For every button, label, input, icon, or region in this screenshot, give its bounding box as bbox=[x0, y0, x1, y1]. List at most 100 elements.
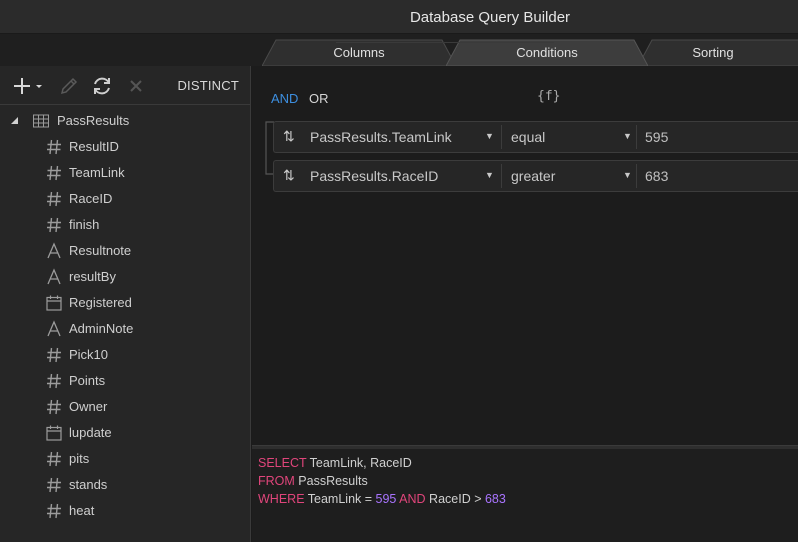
distinct-toggle[interactable]: DISTINCT bbox=[177, 78, 239, 93]
sql-line-from: FROM PassResults bbox=[258, 474, 368, 488]
field-tree: PassResults ResultID TeamLink RaceID finish… bbox=[0, 108, 251, 524]
number-icon bbox=[45, 190, 63, 208]
dropdown-arrow-icon: ▼ bbox=[485, 170, 494, 180]
tab-columns-label: Columns bbox=[333, 45, 385, 60]
tree-field-row[interactable]: lupdate bbox=[0, 420, 251, 446]
sql-line-select: SELECT TeamLink, RaceID bbox=[258, 456, 412, 470]
number-icon bbox=[45, 476, 63, 494]
field-name: heat bbox=[69, 503, 95, 518]
calendar-icon bbox=[45, 294, 63, 312]
tree-field-row[interactable]: pits bbox=[0, 446, 251, 472]
fields-panel: DISTINCT PassResults ResultID TeamLink Rac… bbox=[0, 66, 251, 542]
refresh-button[interactable] bbox=[90, 74, 114, 98]
field-name: ResultID bbox=[69, 139, 119, 154]
field-name: Points bbox=[69, 373, 106, 388]
tree-field-row[interactable]: Points bbox=[0, 368, 251, 394]
dropdown-arrow-icon: ▼ bbox=[623, 131, 632, 141]
edit-button[interactable] bbox=[57, 74, 81, 98]
tree-field-row[interactable]: resultBy bbox=[0, 264, 251, 290]
tree-field-row[interactable]: Resultnote bbox=[0, 238, 251, 264]
plus-icon bbox=[14, 78, 42, 94]
number-icon bbox=[45, 216, 63, 234]
fields-toolbar: DISTINCT bbox=[0, 66, 251, 105]
number-icon bbox=[45, 450, 63, 468]
dropdown-arrow-icon: ▼ bbox=[623, 170, 632, 180]
table-name: PassResults bbox=[57, 113, 130, 128]
sql-text: TeamLink, RaceID bbox=[306, 456, 412, 470]
operator-value: greater bbox=[511, 168, 556, 184]
table-icon bbox=[32, 112, 50, 130]
number-icon bbox=[45, 138, 63, 156]
delete-button[interactable] bbox=[124, 74, 148, 98]
sql-line-where: WHERE TeamLink = 595 AND RaceID > 683 bbox=[258, 492, 506, 506]
value-input[interactable]: 683 bbox=[645, 168, 668, 184]
sql-text: RaceID > bbox=[425, 492, 485, 506]
and-button[interactable]: AND bbox=[271, 91, 298, 106]
field-name: stands bbox=[69, 477, 108, 492]
sort-order-icon[interactable]: ⇅ bbox=[283, 128, 295, 145]
sql-keyword: WHERE bbox=[258, 492, 305, 506]
tree-field-row[interactable]: stands bbox=[0, 472, 251, 498]
number-icon bbox=[45, 346, 63, 364]
pencil-icon bbox=[60, 77, 78, 95]
tab-conditions[interactable]: Conditions bbox=[446, 39, 648, 66]
operator-value: equal bbox=[511, 129, 546, 145]
tree-field-row[interactable]: Registered bbox=[0, 290, 251, 316]
conjunction-underline bbox=[336, 42, 554, 43]
tab-sorting-label: Sorting bbox=[692, 45, 734, 60]
text-icon bbox=[45, 320, 63, 338]
title-bar: Database Query Builder bbox=[0, 0, 798, 34]
function-icon[interactable]: {f} bbox=[537, 89, 560, 104]
window-title: Database Query Builder bbox=[409, 9, 571, 26]
field-dropdown[interactable]: PassResults.RaceID ▼ bbox=[310, 161, 500, 191]
tree-field-row[interactable]: ResultID bbox=[0, 134, 251, 160]
separator bbox=[636, 164, 637, 188]
operator-dropdown[interactable]: greater ▼ bbox=[511, 161, 633, 191]
field-name: Owner bbox=[69, 399, 108, 414]
tab-strip: Columns Sorting Conditions bbox=[0, 34, 798, 66]
sql-keyword: SELECT bbox=[258, 456, 307, 470]
tree-field-row[interactable]: Pick10 bbox=[0, 342, 251, 368]
text-icon bbox=[45, 242, 63, 260]
tree-field-row[interactable]: AdminNote bbox=[0, 316, 251, 342]
tab-sorting[interactable]: Sorting bbox=[638, 39, 798, 66]
tree-field-row[interactable]: RaceID bbox=[0, 186, 251, 212]
sql-preview: SELECT TeamLink, RaceID FROM PassResults… bbox=[252, 449, 798, 542]
text-icon bbox=[45, 268, 63, 286]
or-button[interactable]: OR bbox=[309, 91, 329, 106]
separator bbox=[636, 125, 637, 149]
add-button[interactable] bbox=[12, 74, 46, 98]
field-name: pits bbox=[69, 451, 90, 466]
number-icon bbox=[45, 372, 63, 390]
tree-field-row[interactable]: heat bbox=[0, 498, 251, 524]
number-icon bbox=[45, 502, 63, 520]
field-value: PassResults.RaceID bbox=[310, 168, 439, 184]
field-name: Resultnote bbox=[69, 243, 132, 258]
sql-number: 595 bbox=[375, 492, 397, 506]
sql-text: TeamLink = bbox=[304, 492, 376, 506]
tab-columns[interactable]: Columns bbox=[262, 39, 456, 66]
sql-keyword: AND bbox=[396, 492, 426, 506]
field-name: lupdate bbox=[69, 425, 112, 440]
sort-order-icon[interactable]: ⇅ bbox=[283, 167, 295, 184]
number-icon bbox=[45, 398, 63, 416]
condition-row: ⇅ PassResults.RaceID ▼ greater ▼ 683 bbox=[273, 160, 798, 192]
sql-number: 683 bbox=[484, 492, 506, 506]
tree-field-row[interactable]: Owner bbox=[0, 394, 251, 420]
separator bbox=[501, 125, 502, 149]
field-name: Pick10 bbox=[69, 347, 109, 362]
tree-field-row[interactable]: finish bbox=[0, 212, 251, 238]
value-input[interactable]: 595 bbox=[645, 129, 668, 145]
field-dropdown[interactable]: PassResults.TeamLink ▼ bbox=[310, 122, 500, 152]
field-name: Registered bbox=[69, 295, 132, 310]
field-name: AdminNote bbox=[69, 321, 134, 336]
collapse-triangle-icon[interactable] bbox=[6, 112, 24, 130]
calendar-icon bbox=[45, 424, 63, 442]
tree-table-row[interactable]: PassResults bbox=[0, 108, 251, 134]
tree-field-row[interactable]: TeamLink bbox=[0, 160, 251, 186]
sql-text: PassResults bbox=[294, 474, 368, 488]
dropdown-arrow-icon: ▼ bbox=[485, 131, 494, 141]
operator-dropdown[interactable]: equal ▼ bbox=[511, 122, 633, 152]
field-name: RaceID bbox=[69, 191, 113, 206]
field-value: PassResults.TeamLink bbox=[310, 129, 452, 145]
